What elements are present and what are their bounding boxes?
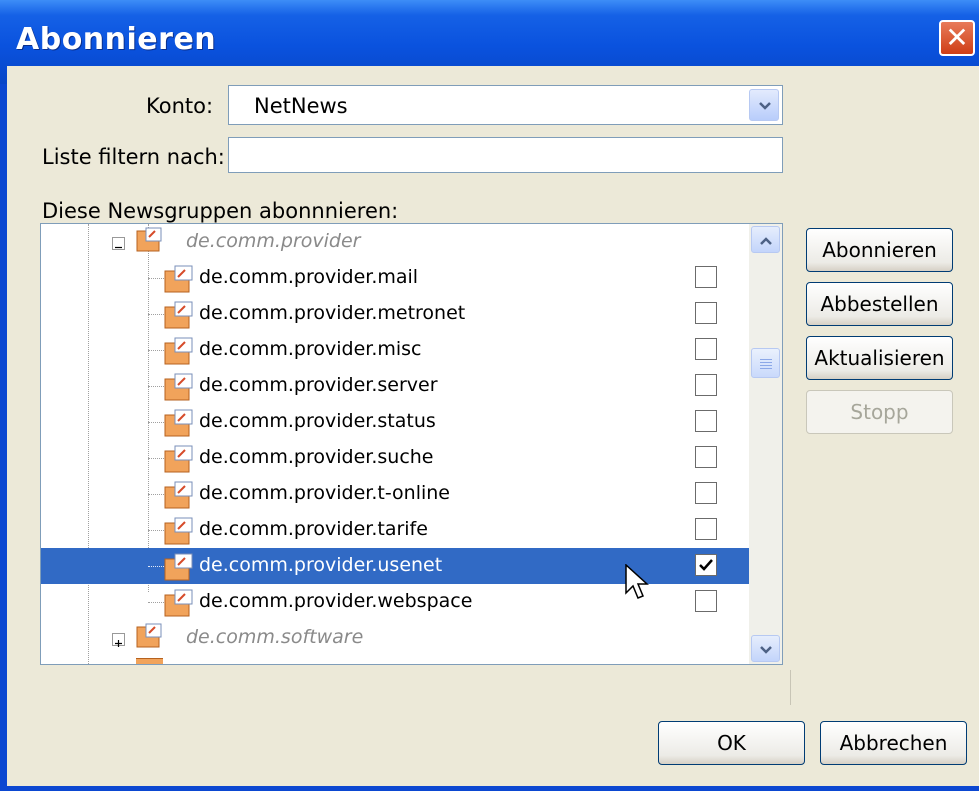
newsgroup-name: de.comm.provider.metronet	[199, 302, 466, 324]
tree-connector-line	[148, 422, 164, 423]
tree-group-label: de.comm.software	[186, 626, 364, 648]
stop-button: Stopp	[806, 390, 953, 434]
cancel-button[interactable]: Abbrechen	[820, 721, 967, 765]
newsgroup-name: de.comm.provider.tarife	[199, 518, 428, 540]
newsgroup-name: de.comm.provider.mail	[199, 266, 419, 288]
newsgroup-name: de.comm.provider.t-online	[199, 482, 450, 504]
window-bottom-border	[0, 786, 979, 791]
subscribe-checkbox[interactable]	[695, 302, 717, 324]
newsgroup-icon	[164, 265, 194, 297]
tree-connector-line	[148, 458, 164, 459]
newsgroup-icon	[164, 553, 194, 585]
filter-label: Liste filtern nach:	[42, 145, 225, 169]
newsgroup-tree[interactable]: de.comm.provider de.comm.provider.mail d…	[40, 223, 783, 665]
scrollbar-thumb[interactable]	[751, 348, 780, 378]
newsgroup-icon	[164, 589, 194, 621]
tree-row[interactable]: de.comm.provider.metronet	[41, 296, 749, 332]
newsgroup-folder-icon-partial	[136, 658, 163, 664]
tree-row[interactable]: de.comm.provider.webspace	[41, 584, 749, 620]
newsgroup-name: de.comm.provider.status	[199, 410, 436, 432]
subscribe-checkbox[interactable]	[695, 446, 717, 468]
tree-row-selected[interactable]: de.comm.provider.usenet	[41, 548, 749, 599]
newsgroup-icon	[164, 301, 194, 333]
tree-row[interactable]: de.comm.provider.tarife	[41, 512, 749, 548]
dialog-window: Abonnieren ✕ Konto: NetNews Liste filter…	[0, 0, 979, 791]
tree-connector-line	[148, 278, 164, 279]
subscribe-button[interactable]: Abonnieren	[806, 228, 953, 272]
tree-group-label: de.comm.provider	[186, 230, 361, 252]
tree-connector-line	[148, 494, 164, 495]
newsgroup-icon	[164, 445, 194, 477]
close-icon: ✕	[945, 21, 969, 54]
newsgroup-folder-icon	[136, 623, 163, 653]
subscribe-checkbox[interactable]	[695, 518, 717, 540]
newsgroup-name: de.comm.provider.suche	[199, 446, 434, 468]
subscribe-checkbox[interactable]	[695, 266, 717, 288]
ok-button[interactable]: OK	[658, 721, 805, 765]
newsgroup-icon	[164, 373, 194, 405]
vertical-scrollbar[interactable]	[749, 224, 782, 664]
scroll-up-button[interactable]	[751, 226, 780, 253]
subscribe-checkbox[interactable]	[695, 482, 717, 504]
account-dropdown[interactable]: NetNews	[228, 85, 783, 125]
newsgroup-name: de.comm.provider.webspace	[199, 590, 473, 612]
tree-connector-line	[148, 566, 164, 567]
account-label: Konto:	[146, 94, 214, 118]
close-button[interactable]: ✕	[939, 20, 975, 56]
collapse-icon[interactable]	[112, 237, 125, 250]
chevron-down-icon	[759, 102, 771, 110]
subscribe-checkbox[interactable]	[695, 410, 717, 432]
separator-line	[790, 670, 791, 705]
subscribe-checkbox-checked[interactable]	[695, 554, 717, 576]
tree-row[interactable]: de.comm.provider.misc	[41, 332, 749, 368]
tree-row[interactable]: de.comm.provider.mail	[41, 260, 749, 296]
subscribe-checkbox[interactable]	[695, 338, 717, 360]
newsgroup-icon	[164, 517, 194, 549]
expand-icon[interactable]	[112, 633, 125, 647]
tree-connector-line	[148, 602, 164, 603]
newsgroup-list-label: Diese Newsgruppen abonnnieren:	[42, 199, 399, 223]
tree-group-row-open[interactable]: de.comm.provider	[41, 224, 749, 260]
chevron-down-icon	[760, 646, 772, 654]
tree-row[interactable]: de.comm.provider.status	[41, 404, 749, 440]
newsgroup-icon	[164, 481, 194, 513]
tree-row[interactable]: de.comm.provider.suche	[41, 440, 749, 476]
tree-connector-line	[148, 314, 164, 315]
dropdown-arrow-button[interactable]	[749, 89, 779, 121]
window-title: Abonnieren	[16, 22, 217, 57]
filter-input[interactable]	[228, 137, 783, 173]
account-dropdown-value: NetNews	[254, 94, 348, 118]
tree-connector-line	[148, 350, 164, 351]
newsgroup-icon	[164, 409, 194, 441]
tree-row[interactable]: de.comm.provider.t-online	[41, 476, 749, 512]
unsubscribe-button[interactable]: Abbestellen	[806, 282, 953, 326]
tree-connector-line	[148, 386, 164, 387]
checkmark-icon	[699, 559, 713, 571]
tree-group-row-closed[interactable]: de.comm.software	[41, 620, 749, 656]
subscribe-checkbox[interactable]	[695, 590, 717, 612]
tree-row[interactable]: de.comm.provider.server	[41, 368, 749, 404]
scroll-down-button[interactable]	[751, 635, 780, 662]
refresh-button[interactable]: Aktualisieren	[806, 336, 953, 380]
newsgroup-name: de.comm.provider.misc	[199, 338, 422, 360]
newsgroup-icon	[164, 337, 194, 369]
newsgroup-name: de.comm.provider.server	[199, 374, 438, 396]
newsgroup-folder-icon	[136, 227, 163, 257]
tree-connector-line	[148, 530, 164, 531]
newsgroup-name: de.comm.provider.usenet	[199, 554, 443, 576]
chevron-up-icon	[760, 237, 772, 245]
subscribe-checkbox[interactable]	[695, 374, 717, 396]
